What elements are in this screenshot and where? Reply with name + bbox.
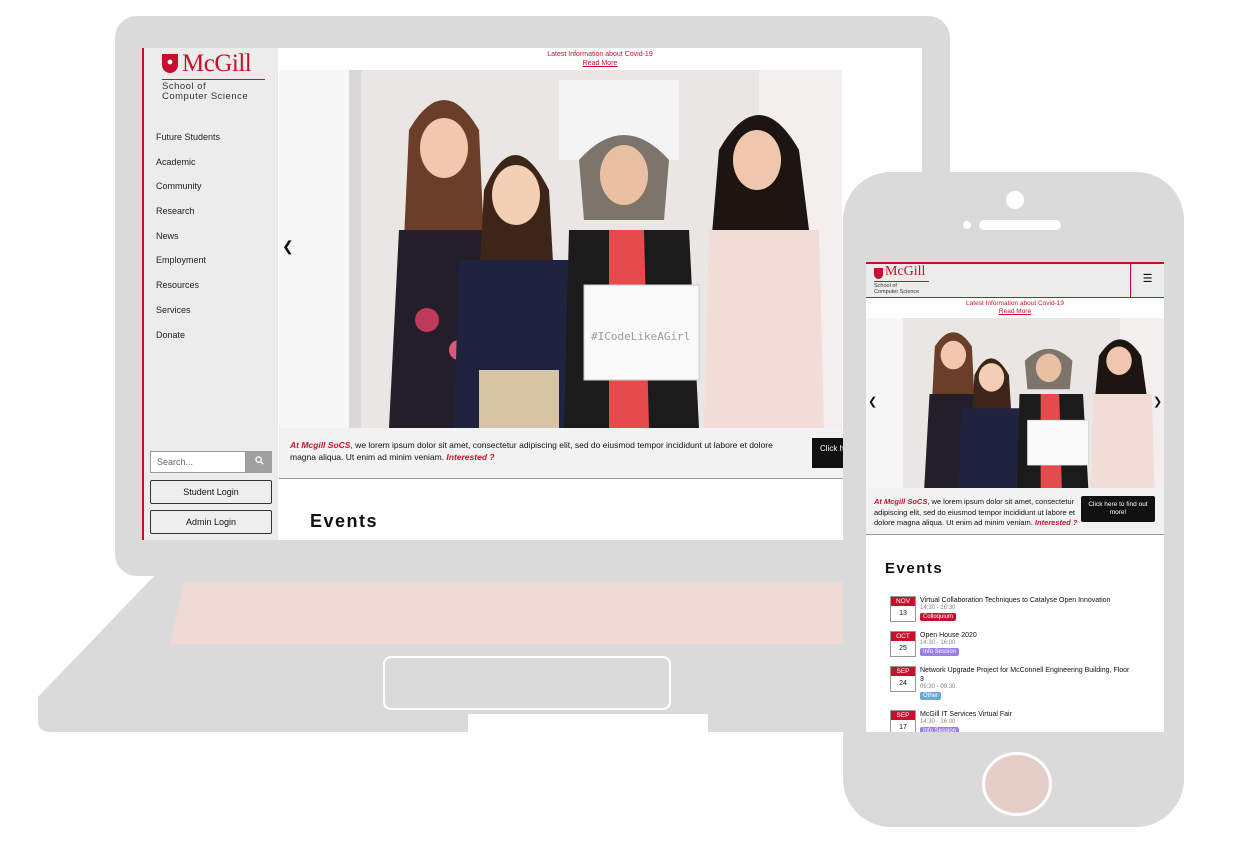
student-login-button[interactable]: Student Login <box>150 480 272 504</box>
mcgill-shield-icon <box>874 268 883 279</box>
search-button[interactable] <box>246 451 272 473</box>
nav-item-employment[interactable]: Employment <box>156 255 220 280</box>
admin-login-button[interactable]: Admin Login <box>150 510 272 534</box>
intro-text: At Mcgill SoCS, we lorem ipsum dolor sit… <box>290 439 800 463</box>
logo-wordmark[interactable]: McGill <box>182 50 252 78</box>
event-tag[interactable]: Other <box>920 692 942 700</box>
calendar-date-badge: NOV 13 <box>890 596 916 622</box>
event-tag[interactable]: Info Session <box>920 727 960 732</box>
event-title[interactable]: Network Upgrade Project for McConnell En… <box>920 666 1130 684</box>
phone-screen: McGill School of Computer Science ☰ Late… <box>866 262 1164 732</box>
calendar-date-badge: OCT 25 <box>890 631 916 657</box>
nav-item-donate[interactable]: Donate <box>156 330 220 355</box>
read-more-link[interactable]: Read More <box>278 59 922 68</box>
event-day: 13 <box>899 610 907 617</box>
mobile-hero-photo <box>866 318 1164 488</box>
hero-photo: #ICodeLikeAGirl <box>279 70 842 428</box>
event-month: OCT <box>891 632 915 641</box>
logo-subtitle: School of Computer Science <box>162 82 272 102</box>
mobile-logo-wordmark[interactable]: McGill <box>885 264 925 280</box>
event-time: 14:30 - 16:00 <box>920 640 956 646</box>
nav-item-future-students[interactable]: Future Students <box>156 132 220 157</box>
laptop-screen: McGill School of Computer Science Future… <box>142 48 922 540</box>
event-time: 06:30 - 09:30 <box>920 684 956 690</box>
mcgill-shield-icon <box>162 54 178 73</box>
mobile-interested-link[interactable]: Interested ? <box>1035 518 1078 527</box>
event-month: SEP <box>891 711 915 720</box>
nav-item-services[interactable]: Services <box>156 305 220 330</box>
intro-body: , we lorem ipsum dolor sit amet, consect… <box>290 440 773 462</box>
hamburger-icon: ☰ <box>1142 273 1153 285</box>
phone-home-button[interactable] <box>982 752 1052 816</box>
mobile-logo-subtitle: School of Computer Science <box>874 283 919 295</box>
event-day: 17 <box>899 724 907 731</box>
mobile-read-more-link[interactable]: Read More <box>866 308 1164 316</box>
laptop-trackpad <box>383 656 671 710</box>
event-day: 25 <box>899 645 907 652</box>
carousel-prev-button[interactable]: ❮ <box>282 238 294 255</box>
event-title[interactable]: McGill IT Services Virtual Fair <box>920 710 1130 719</box>
nav-item-community[interactable]: Community <box>156 181 220 206</box>
laptop-keyboard <box>170 582 860 644</box>
nav-item-academic[interactable]: Academic <box>156 157 220 182</box>
phone-speaker <box>979 220 1061 230</box>
menu-toggle-button[interactable]: ☰ <box>1130 262 1164 298</box>
sidebar-nav: Future Students Academic Community Resea… <box>156 132 220 354</box>
event-tag[interactable]: Colloquium <box>920 613 957 621</box>
logo-subtitle-line-2: Computer Science <box>162 91 249 102</box>
event-time: 14:30 - 16:30 <box>920 605 956 611</box>
mobile-events-heading: Events <box>885 560 944 577</box>
event-tag[interactable]: Info Session <box>920 648 960 656</box>
mobile-find-out-more-button[interactable]: Click here to find out more! <box>1081 496 1155 522</box>
event-time: 14:30 - 16:00 <box>920 719 956 725</box>
event-month: SEP <box>891 667 915 676</box>
event-title[interactable]: Virtual Collaboration Techniques to Cata… <box>920 596 1130 605</box>
intro-lead: At Mcgill SoCS <box>290 440 351 450</box>
hero-sign-text: #ICodeLikeAGirl <box>591 330 690 343</box>
mobile-carousel-next-button[interactable]: ❯ <box>1153 395 1162 408</box>
search-icon <box>254 456 264 465</box>
search-input[interactable]: Search... <box>150 451 246 473</box>
logo-divider <box>162 79 265 80</box>
mobile-intro-text: At Mcgill SoCS, we lorem ipsum dolor sit… <box>874 497 1078 529</box>
phone-sensor <box>963 221 971 229</box>
event-month: NOV <box>891 597 915 606</box>
mobile-carousel-prev-button[interactable]: ❮ <box>868 395 877 408</box>
mobile-logo-divider <box>874 281 929 282</box>
covid-notice: Latest Information about Covid-19 <box>547 51 653 58</box>
mobile-intro-lead: At Mcgill SoCS <box>874 497 928 506</box>
nav-item-news[interactable]: News <box>156 231 220 256</box>
calendar-date-badge: SEP 24 <box>890 666 916 692</box>
event-title[interactable]: Open House 2020 <box>920 631 1130 640</box>
events-heading: Events <box>310 511 379 531</box>
nav-item-resources[interactable]: Resources <box>156 280 220 305</box>
covid-banner: Latest Information about Covid-19 Read M… <box>278 50 922 68</box>
nav-item-research[interactable]: Research <box>156 206 220 231</box>
event-day: 24 <box>899 680 907 687</box>
mobile-covid-notice: Latest Information about Covid-19 <box>966 300 1064 307</box>
interested-link[interactable]: Interested ? <box>446 452 494 462</box>
mobile-logo-subtitle-line-2: Computer Science <box>874 289 920 295</box>
mobile-covid-banner: Latest Information about Covid-19 Read M… <box>866 300 1164 316</box>
phone-camera <box>1006 191 1024 209</box>
calendar-date-badge: SEP 17 <box>890 710 916 732</box>
